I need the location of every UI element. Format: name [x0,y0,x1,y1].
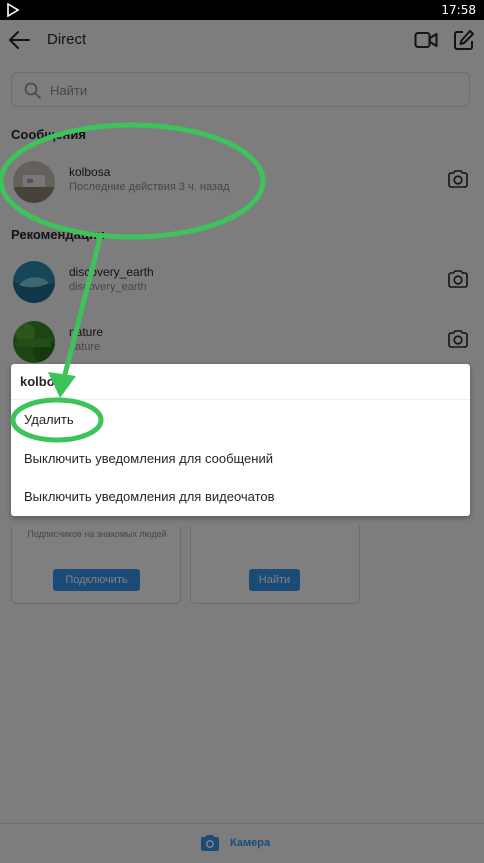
menu-item-mute-video-chats[interactable]: Выключить уведомления для видеочатов [24,489,275,504]
context-menu-title: kolbosa [20,374,70,389]
context-menu: kolbosa Удалить Выключить уведомления дл… [11,364,470,516]
status-time: 17:58 [441,3,476,17]
status-bar: 17:58 [0,0,484,20]
divider [11,399,470,400]
play-icon [7,3,19,17]
menu-item-delete[interactable]: Удалить [24,412,74,427]
menu-item-mute-messages[interactable]: Выключить уведомления для сообщений [24,451,273,466]
